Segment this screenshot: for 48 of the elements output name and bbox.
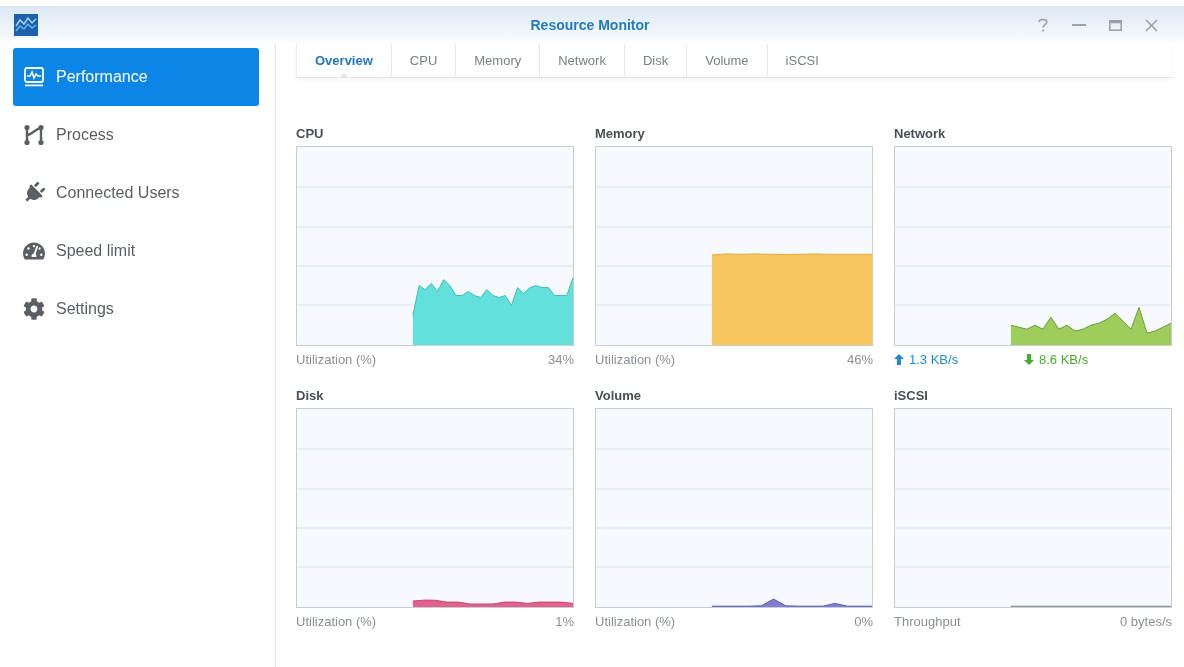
window-title: Resource Monitor	[529, 17, 651, 33]
upload-rate: 1.3 KB/s	[909, 351, 959, 367]
metric-label: Utilization (%)	[595, 351, 676, 367]
sidebar-item[interactable]: Process	[13, 106, 259, 164]
sidebar-item-label: Process	[56, 126, 114, 144]
up-arrow-icon	[894, 353, 904, 365]
panel-title: iSCSI	[894, 388, 929, 405]
close-button[interactable]	[1142, 16, 1160, 34]
tab[interactable]: Volume	[686, 44, 767, 77]
close-icon	[1144, 18, 1158, 32]
tab[interactable]: Disk	[623, 44, 687, 77]
panel-title: Disk	[296, 388, 325, 405]
sidebar-item-label: Speed limit	[56, 242, 136, 260]
panel-title: Network	[894, 126, 947, 143]
download-rate: 8.6 KB/s	[1039, 351, 1089, 367]
tab[interactable]: iSCSI	[766, 44, 837, 77]
sidebar-item[interactable]: Settings	[13, 280, 259, 338]
metric-label: Throughput	[894, 613, 961, 629]
panel-title: CPU	[296, 126, 325, 143]
metric-label: Utilization (%)	[296, 613, 377, 629]
line-chart-icon	[14, 14, 38, 36]
sidebar-item[interactable]: Performance	[13, 48, 259, 106]
metric-label: Utilization (%)	[296, 351, 377, 367]
sidebar-item-label: Connected Users	[56, 184, 180, 202]
monitor-pulse-icon	[23, 66, 45, 88]
sidebar-item[interactable]: Connected Users	[13, 164, 259, 222]
sidebar-item[interactable]: Speed limit	[13, 222, 259, 280]
tab[interactable]: Memory	[455, 44, 540, 77]
metric-value: 0 bytes/s	[1119, 613, 1172, 629]
gauge-icon	[23, 240, 45, 262]
tab[interactable]: Overview	[296, 44, 391, 77]
sidebar-item-label: Settings	[56, 300, 114, 318]
down-arrow-icon	[1024, 353, 1034, 365]
panel-title: Volume	[595, 388, 642, 405]
settings-icon	[23, 298, 45, 320]
tab[interactable]: CPU	[390, 44, 456, 77]
metric-value: 34%	[547, 351, 574, 367]
nodes-icon	[23, 124, 45, 146]
tab[interactable]: Network	[539, 44, 624, 77]
metric-value: 0%	[854, 613, 873, 629]
help-icon	[1038, 18, 1048, 32]
metric-value: 46%	[846, 351, 873, 367]
metric-label: Utilization (%)	[595, 613, 676, 629]
minimize-icon	[1072, 24, 1086, 26]
panel-title: Memory	[595, 126, 646, 143]
metric-value: 1%	[555, 613, 574, 629]
sidebar-item-label: Performance	[56, 68, 148, 86]
maximize-icon	[1108, 19, 1122, 31]
